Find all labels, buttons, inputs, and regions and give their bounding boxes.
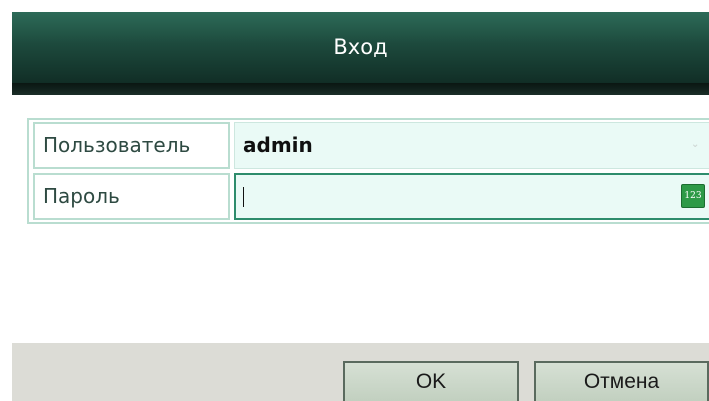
password-row: Пароль 123 <box>29 171 709 222</box>
user-row: Пользователь admin ⌄ <box>29 120 709 171</box>
login-form: Пользователь admin ⌄ Пароль 123 <box>27 118 709 224</box>
keyboard-icon[interactable]: 123 <box>681 184 705 208</box>
cancel-button[interactable]: Отмена <box>534 361 709 401</box>
user-value: admin <box>243 133 313 157</box>
user-label: Пользователь <box>33 122 230 169</box>
user-select[interactable]: admin ⌄ <box>234 122 709 169</box>
password-label: Пароль <box>33 173 230 220</box>
dialog-title: Вход <box>333 35 388 59</box>
button-bar: OK Отмена <box>12 343 709 401</box>
password-input[interactable]: 123 <box>234 173 709 220</box>
title-bar-shadow <box>12 83 709 95</box>
text-caret <box>243 187 244 207</box>
login-dialog: Вход Пользователь admin ⌄ Пароль 123 OK … <box>12 12 709 401</box>
chevron-down-icon[interactable]: ⌄ <box>691 140 703 150</box>
ok-button[interactable]: OK <box>343 361 519 401</box>
title-bar: Вход <box>12 12 709 83</box>
